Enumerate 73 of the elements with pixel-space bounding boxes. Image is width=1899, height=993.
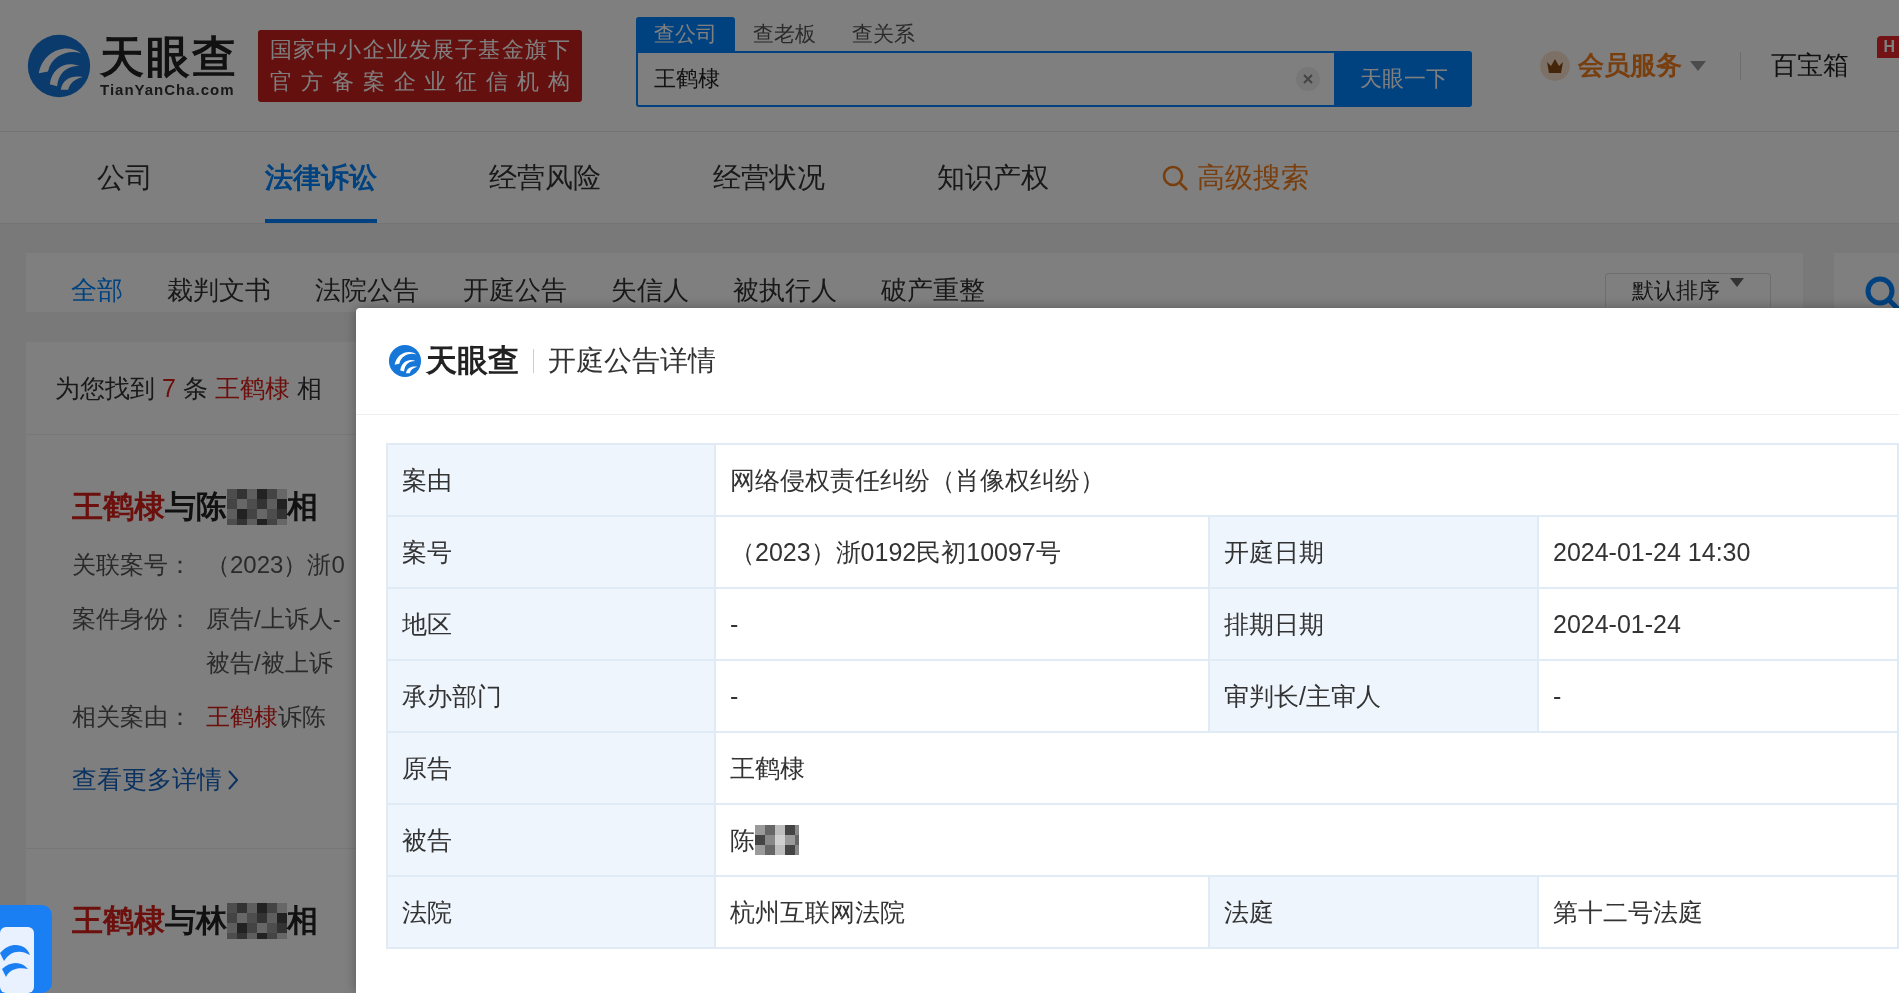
label-cell: 承办部门 bbox=[387, 660, 715, 732]
caret-icon bbox=[1730, 278, 1744, 287]
filter-tab[interactable]: 破产重整 bbox=[881, 273, 985, 308]
search-tab[interactable]: 查老板 bbox=[735, 17, 834, 51]
nav-tab[interactable]: 知识产权 bbox=[937, 132, 1049, 223]
logo-icon bbox=[388, 344, 422, 378]
search-tab[interactable]: 查公司 bbox=[636, 17, 735, 51]
label-cell: 法院 bbox=[387, 876, 715, 948]
search-icon bbox=[1161, 163, 1189, 192]
logo-text: 天眼查 bbox=[426, 342, 519, 380]
value-cell: - bbox=[715, 588, 1209, 660]
label-cell: 审判长/主审人 bbox=[1209, 660, 1538, 732]
toolbox-link[interactable]: 百宝箱 bbox=[1771, 48, 1849, 83]
label-cell: 案由 bbox=[387, 444, 715, 516]
blur-mosaic bbox=[227, 903, 287, 939]
label-cell: 法庭 bbox=[1209, 876, 1538, 948]
field-value: （2023）浙0 bbox=[206, 550, 345, 580]
search-tab[interactable]: 查关系 bbox=[834, 17, 933, 51]
sort-dropdown[interactable]: 默认排序 bbox=[1605, 273, 1771, 307]
search-button[interactable]: 天眼一下 bbox=[1336, 51, 1472, 107]
case-title[interactable]: 王鹤棣与陈 bbox=[72, 486, 227, 528]
more-details-link[interactable]: 查看更多详情 bbox=[72, 763, 238, 796]
hot-badge: H bbox=[1877, 36, 1899, 58]
field-label: 相关案由： bbox=[72, 702, 193, 732]
field-value: 被告/被上诉 bbox=[206, 648, 334, 678]
filter-tab[interactable]: 被执行人 bbox=[733, 273, 837, 308]
logo-text: 天眼查 bbox=[100, 33, 238, 81]
case-title[interactable]: 相 bbox=[287, 486, 318, 528]
value-text: 陈 bbox=[730, 824, 755, 856]
filter-tab[interactable]: 开庭公告 bbox=[463, 273, 567, 308]
filter-tab[interactable]: 全部 bbox=[71, 273, 123, 308]
label-cell: 开庭日期 bbox=[1209, 516, 1538, 588]
value-cell: 2024-01-24 14:30 bbox=[1538, 516, 1898, 588]
field-label: 案件身份： bbox=[72, 604, 193, 634]
logo-icon bbox=[26, 32, 92, 99]
clear-icon[interactable] bbox=[1296, 67, 1320, 91]
value-cell: 2024-01-24 bbox=[1538, 588, 1898, 660]
nav-tab[interactable]: 法律诉讼 bbox=[265, 132, 377, 223]
badge-text: 官方备案企业征信机构 bbox=[270, 67, 570, 96]
search-field[interactable]: 王鹤棣 bbox=[636, 51, 1336, 107]
label-cell: 案号 bbox=[387, 516, 715, 588]
caret-icon bbox=[1690, 60, 1706, 71]
field-value: 原告/上诉人- bbox=[206, 604, 341, 634]
logo-domain: TianYanCha.com bbox=[100, 81, 236, 98]
nav-tab[interactable]: 经营风险 bbox=[489, 132, 601, 223]
case-title[interactable]: 王鹤棣与林 bbox=[72, 900, 227, 942]
value-cell: 杭州互联网法院 bbox=[715, 876, 1209, 948]
dialog-title: 开庭公告详情 bbox=[548, 344, 716, 378]
value-cell: - bbox=[1538, 660, 1898, 732]
nav-tab[interactable]: 公司 bbox=[97, 132, 153, 223]
value-cell: 王鹤棣 bbox=[715, 732, 1898, 804]
value-cell: - bbox=[715, 660, 1209, 732]
label-cell: 排期日期 bbox=[1209, 588, 1538, 660]
search-icon[interactable] bbox=[1864, 275, 1899, 311]
blur-mosaic bbox=[227, 489, 287, 525]
nav-tab[interactable]: 经营状况 bbox=[713, 132, 825, 223]
app-icon[interactable] bbox=[0, 905, 52, 993]
filter-tab[interactable]: 法院公告 bbox=[315, 273, 419, 308]
crown-icon bbox=[1540, 50, 1570, 81]
label-cell: 地区 bbox=[387, 588, 715, 660]
filter-tab[interactable]: 裁判文书 bbox=[167, 273, 271, 308]
result-summary: 为您找到 7 条 王鹤棣 相 bbox=[55, 372, 322, 404]
chevron-icon bbox=[228, 769, 238, 790]
value-cell: 第十二号法庭 bbox=[1538, 876, 1898, 948]
label-cell: 被告 bbox=[387, 804, 715, 876]
field-value: 王鹤棣诉陈 bbox=[206, 702, 326, 732]
case-title[interactable]: 相 bbox=[287, 900, 318, 942]
label-cell: 原告 bbox=[387, 732, 715, 804]
value-cell: 网络侵权责任纠纷（肖像权纠纷） bbox=[715, 444, 1898, 516]
value-cell: （2023）浙0192民初10097号 bbox=[715, 516, 1209, 588]
field-label: 关联案号： bbox=[72, 550, 193, 580]
filter-tab[interactable]: 失信人 bbox=[611, 273, 689, 308]
badge-text: 国家中小企业发展子基金旗下 bbox=[270, 35, 570, 64]
